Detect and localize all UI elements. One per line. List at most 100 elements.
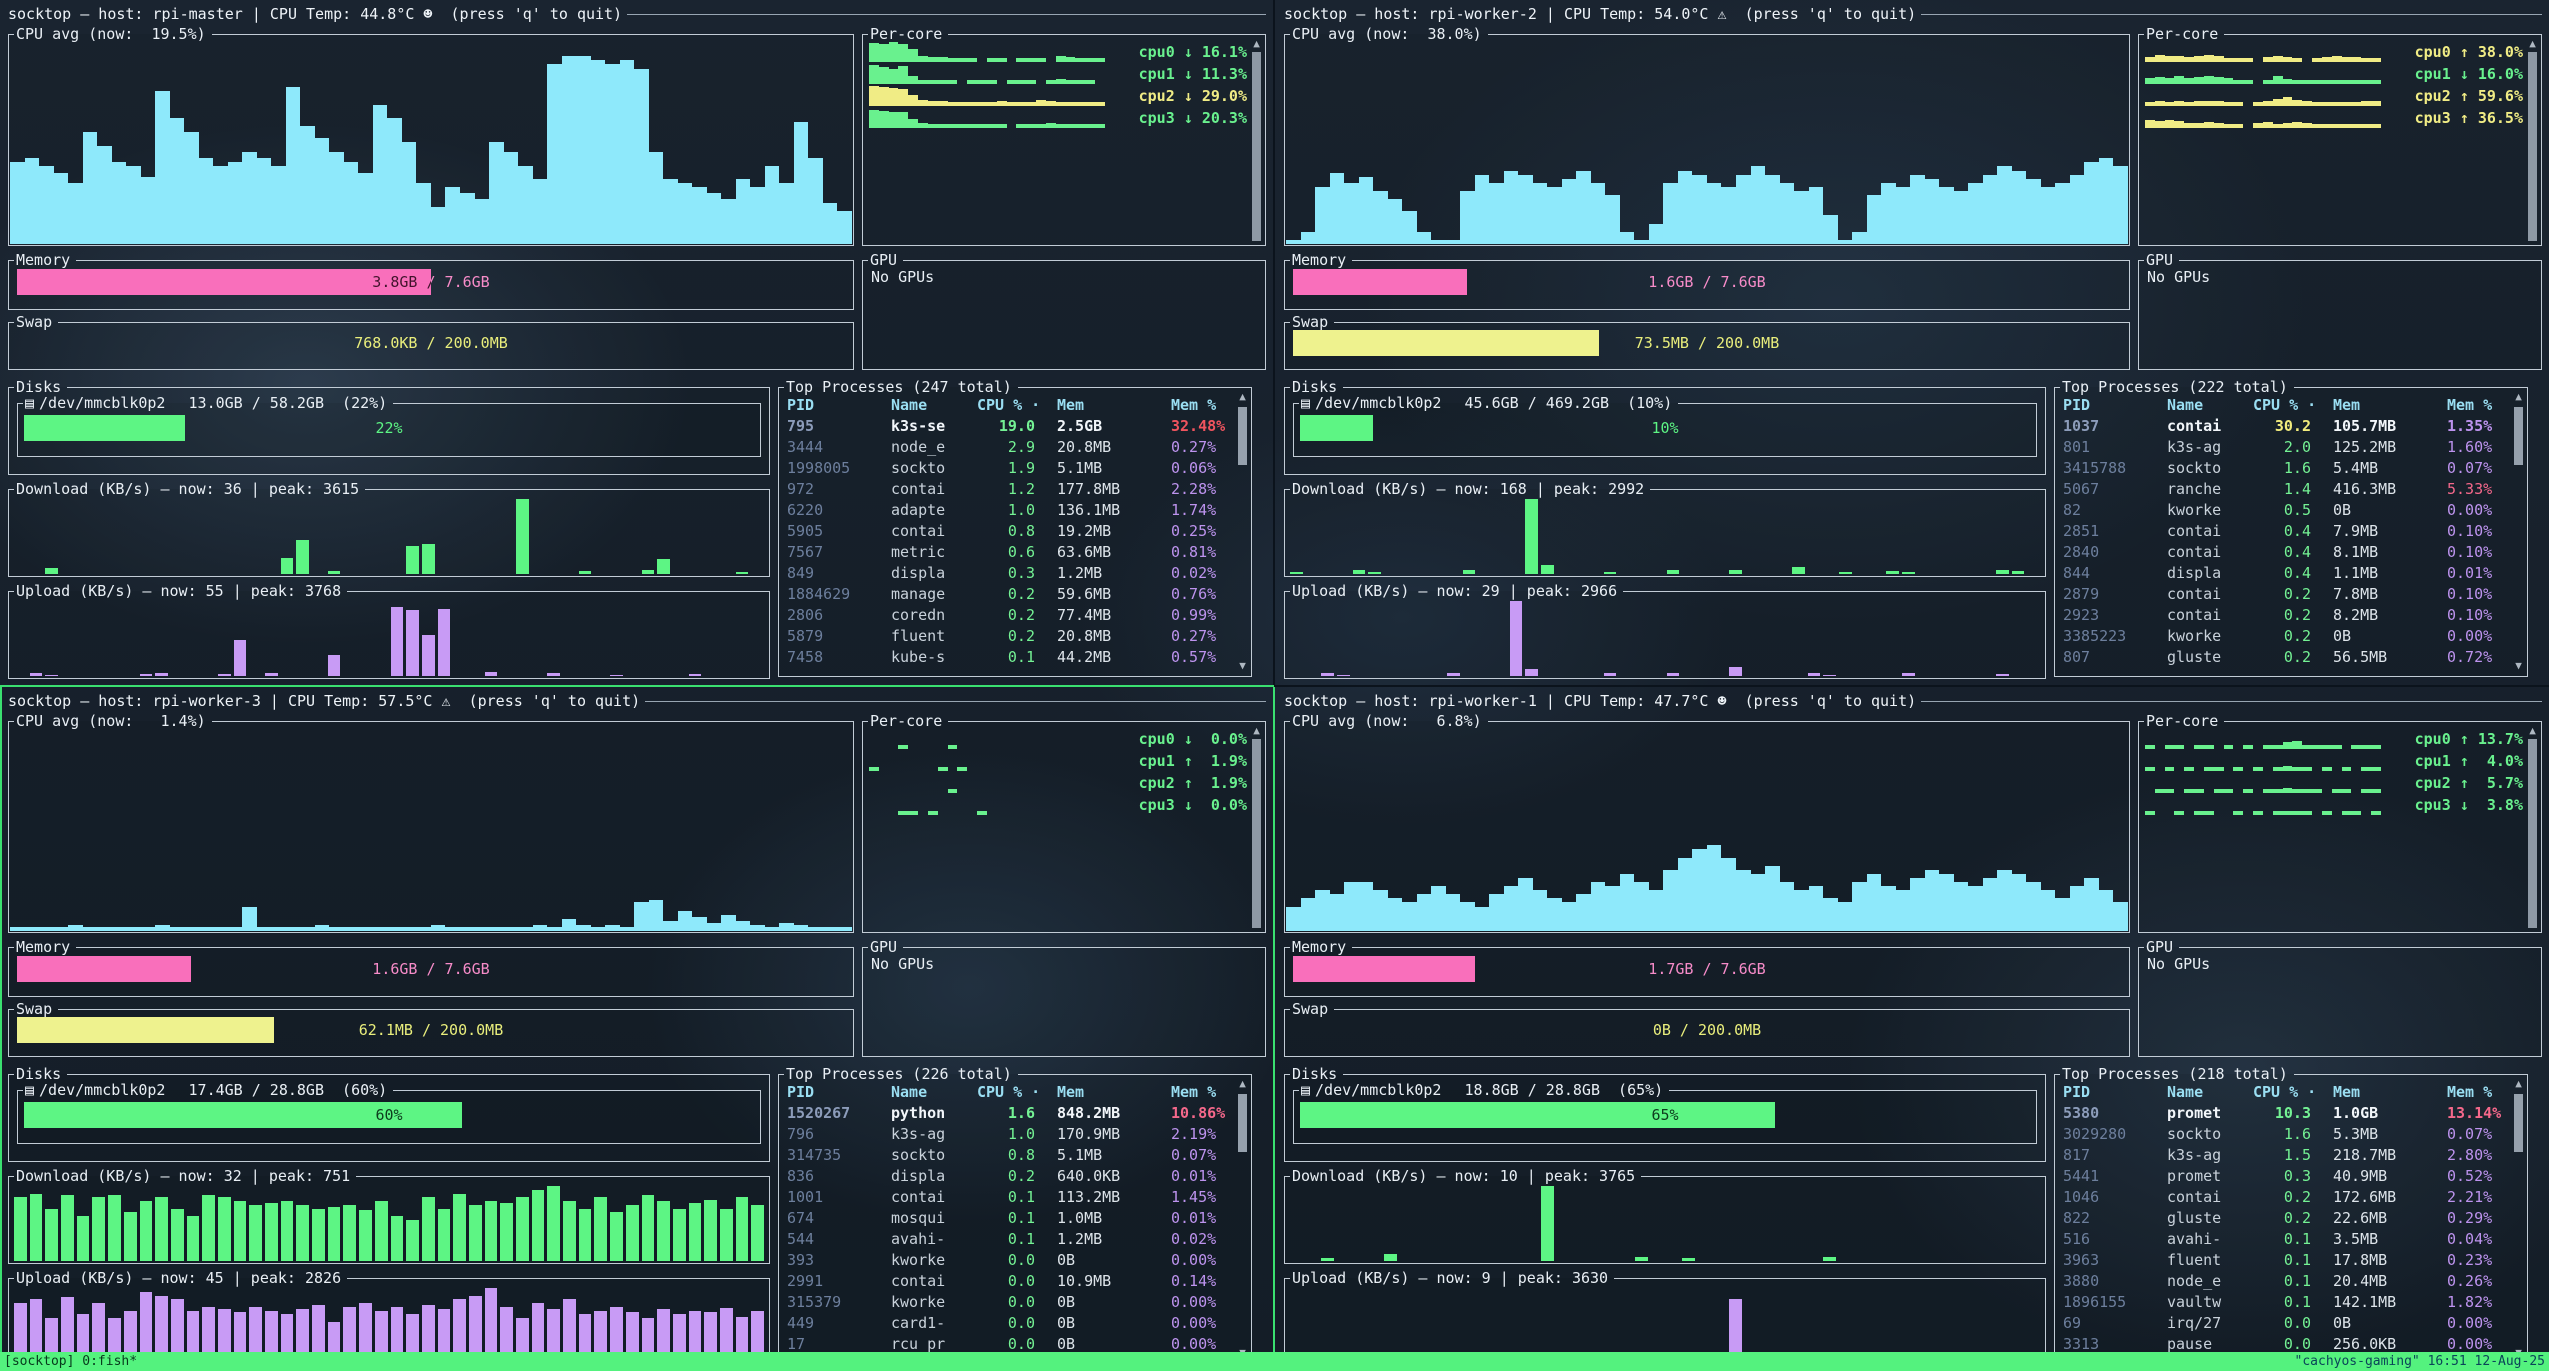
core-sparkline	[2145, 66, 2381, 84]
memory-title: Memory	[14, 938, 73, 956]
column-header-memp[interactable]: Mem %	[2447, 395, 2507, 416]
process-cell-memp: 0.00%	[1171, 1313, 1231, 1334]
column-header-memp[interactable]: Mem %	[1171, 1082, 1231, 1103]
scrollbar-up-icon[interactable]: ▲	[2515, 391, 2522, 403]
process-cell-mem: 7.9MB	[2317, 521, 2447, 542]
scrollbar-thumb[interactable]	[1238, 407, 1247, 465]
column-header-name[interactable]: Name	[891, 395, 977, 416]
clock: 16:51	[2428, 1354, 2467, 1369]
column-header-cpu[interactable]: CPU % ·	[2253, 1082, 2317, 1103]
core-row: cpu0 ↓ 16.1%	[869, 42, 1247, 62]
window-tab[interactable]: 0:fish*	[82, 1354, 137, 1369]
scrollbar-down-icon[interactable]: ▼	[1239, 660, 1246, 672]
column-header-mem[interactable]: Mem	[2317, 395, 2447, 416]
cpu-avg-panel: CPU avg (now: 1.4%)	[8, 721, 854, 933]
process-cell-name: k3s-ag	[891, 1124, 977, 1145]
processes-scrollbar[interactable]: ▲ ▼	[1236, 391, 1249, 672]
process-cell-pid: 393	[787, 1250, 891, 1271]
core-label: cpu2 ↑ 1.9%	[1105, 773, 1247, 793]
process-cell-name: contai	[2167, 521, 2253, 542]
per-core-scrollbar[interactable]: ▲	[2526, 725, 2539, 928]
column-header-pid[interactable]: PID	[787, 395, 891, 416]
per-core-scrollbar[interactable]: ▲	[2526, 38, 2539, 241]
gpu-panel: GPU No GPUs	[862, 947, 1266, 1057]
column-header-name[interactable]: Name	[2167, 1082, 2253, 1103]
cpu-avg-chart	[10, 40, 852, 244]
scrollbar-up-icon[interactable]: ▲	[1253, 38, 1260, 50]
scrollbar-up-icon[interactable]: ▲	[2515, 1078, 2522, 1090]
per-core-scrollbar[interactable]: ▲	[1250, 725, 1263, 928]
process-cell-mem: 0B	[2317, 626, 2447, 647]
process-cell-cpu: 0.1	[2253, 1292, 2317, 1313]
column-header-cpu[interactable]: CPU % ·	[2253, 395, 2317, 416]
column-header-cpu[interactable]: CPU % ·	[977, 395, 1041, 416]
scrollbar-up-icon[interactable]: ▲	[1239, 391, 1246, 403]
scrollbar-track[interactable]	[2528, 739, 2537, 928]
disk-icon: ▤	[23, 394, 37, 412]
disks-title: Disks	[1290, 378, 1340, 396]
disks-panel: Disks ▤ /dev/mmcblk0p2 18.8GB / 28.8GB (…	[1284, 1074, 2046, 1162]
disk-device: /dev/mmcblk0p2	[1313, 394, 1444, 412]
scrollbar-track[interactable]	[1252, 739, 1261, 928]
cpu-avg-chart	[1286, 727, 2128, 931]
process-cell-cpu: 1.6	[2253, 458, 2317, 479]
column-header-cpu[interactable]: CPU % ·	[977, 1082, 1041, 1103]
column-header-pid[interactable]: PID	[2063, 1082, 2167, 1103]
scrollbar-track[interactable]	[2528, 52, 2537, 241]
column-header-mem[interactable]: Mem	[1041, 1082, 1171, 1103]
scrollbar-down-icon[interactable]: ▼	[2515, 660, 2522, 672]
column-header-mem[interactable]: Mem	[1041, 395, 1171, 416]
column-header-name[interactable]: Name	[2167, 395, 2253, 416]
process-cell-pid: 2991	[787, 1271, 891, 1292]
core-row: cpu0 ↑ 13.7%	[2145, 729, 2523, 749]
swap-gauge: 62.1MB / 200.0MB62.1MB / 200.0MB	[17, 1017, 845, 1043]
column-header-pid[interactable]: PID	[787, 1082, 891, 1103]
disk-icon: ▤	[23, 1081, 37, 1099]
process-cell-name: sockto	[2167, 458, 2253, 479]
process-cell-cpu: 0.1	[2253, 1250, 2317, 1271]
core-label: cpu3 ↑ 36.5%	[2381, 108, 2523, 128]
scrollbar-thumb[interactable]	[2514, 407, 2523, 465]
process-cell-cpu: 1.6	[2253, 1124, 2317, 1145]
process-cell-memp: 1.82%	[2447, 1292, 2507, 1313]
processes-scrollbar[interactable]: ▲ ▼	[1236, 1078, 1249, 1359]
status-left: [socktop] 0:fish*	[4, 1354, 137, 1369]
download-panel: Download (KB/s) — now: 10 | peak: 3765	[1284, 1176, 2046, 1264]
process-cell-mem: 20.8MB	[1041, 437, 1171, 458]
scrollbar-up-icon[interactable]: ▲	[2529, 725, 2536, 737]
process-cell-memp: 0.29%	[2447, 1208, 2507, 1229]
process-cell-memp: 0.01%	[2447, 563, 2507, 584]
scrollbar-up-icon[interactable]: ▲	[2529, 38, 2536, 50]
column-header-mem[interactable]: Mem	[2317, 1082, 2447, 1103]
column-header-memp[interactable]: Mem %	[2447, 1082, 2507, 1103]
processes-scrollbar[interactable]: ▲ ▼	[2512, 1078, 2525, 1359]
scrollbar-up-icon[interactable]: ▲	[1239, 1078, 1246, 1090]
process-cell-mem: 1.2MB	[1041, 563, 1171, 584]
process-cell-memp: 0.00%	[2447, 500, 2507, 521]
processes-scrollbar[interactable]: ▲ ▼	[2512, 391, 2525, 672]
memory-title: Memory	[14, 251, 73, 269]
process-cell-pid: 315379	[787, 1292, 891, 1313]
process-cell-memp: 13.14%	[2447, 1103, 2507, 1124]
core-label: cpu2 ↓ 29.0%	[1105, 86, 1247, 106]
upload-title: Upload (KB/s) — now: 45 | peak: 2826	[14, 1269, 344, 1287]
process-cell-name: gluste	[2167, 647, 2253, 668]
scrollbar-up-icon[interactable]: ▲	[1253, 725, 1260, 737]
process-cell-cpu: 1.5	[2253, 1145, 2317, 1166]
process-cell-cpu: 1.0	[977, 500, 1041, 521]
column-header-name[interactable]: Name	[891, 1082, 977, 1103]
process-cell-memp: 0.10%	[2447, 521, 2507, 542]
memory-gauge: 1.6GB / 7.6GB1.6GB / 7.6GB	[1293, 269, 2121, 295]
per-core-title: Per-core	[868, 25, 945, 43]
scrollbar-thumb[interactable]	[2514, 1094, 2523, 1152]
process-cell-mem: 44.2MB	[1041, 647, 1171, 668]
process-cell-name: kube-s	[891, 647, 977, 668]
process-cell-mem: 63.6MB	[1041, 542, 1171, 563]
scrollbar-thumb[interactable]	[1238, 1094, 1247, 1152]
process-cell-mem: 0B	[1041, 1292, 1171, 1313]
column-header-memp[interactable]: Mem %	[1171, 395, 1231, 416]
per-core-scrollbar[interactable]: ▲	[1250, 38, 1263, 241]
column-header-pid[interactable]: PID	[2063, 395, 2167, 416]
process-cell-name: card1-	[891, 1313, 977, 1334]
scrollbar-track[interactable]	[1252, 52, 1261, 241]
